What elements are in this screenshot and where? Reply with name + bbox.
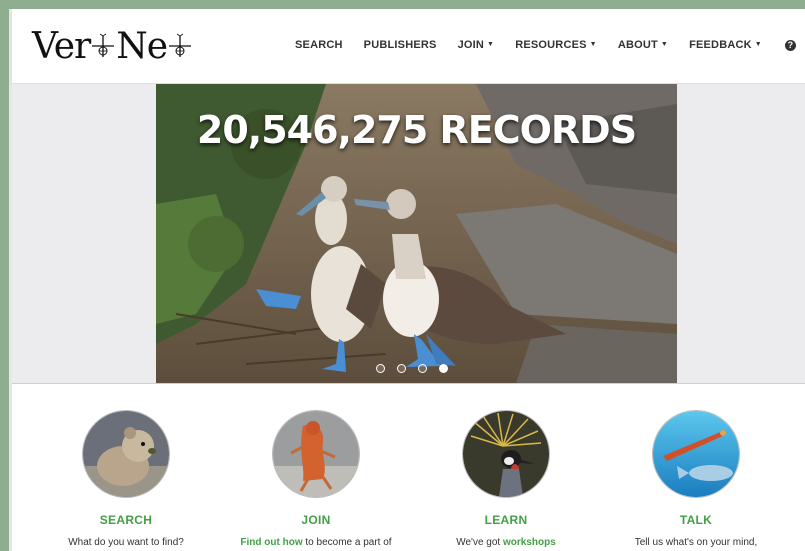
- nav-feedback-label: FEEDBACK: [689, 39, 752, 51]
- carousel-dot-2[interactable]: [397, 364, 406, 373]
- feature-section: SEARCH What do you want to find? JOIN Fi…: [12, 384, 805, 551]
- nav-publishers[interactable]: PUBLISHERS: [364, 39, 437, 51]
- carousel-dot-1[interactable]: [376, 364, 385, 373]
- logo-text-right: Ne: [116, 25, 168, 67]
- vertnet-logo[interactable]: Ver Ne: [32, 19, 193, 73]
- nav-join-dropdown[interactable]: JOIN ▼: [458, 39, 495, 51]
- caret-down-icon: ▼: [589, 40, 597, 48]
- find-out-how-link[interactable]: Find out how: [240, 537, 302, 548]
- carousel-indicators: [376, 364, 460, 373]
- feature-join-text: Find out how to become a part of: [236, 537, 396, 548]
- main-nav: SEARCH PUBLISHERS JOIN ▼ RESOURCES ▼ ABO…: [295, 39, 796, 51]
- caret-down-icon: ▼: [754, 40, 762, 48]
- workshops-link[interactable]: workshops: [503, 537, 556, 548]
- nav-publishers-label: PUBLISHERS: [363, 39, 437, 51]
- nav-search[interactable]: SEARCH: [295, 39, 343, 51]
- window-frame-top: [0, 0, 805, 9]
- site-header: Ver Ne SEARCH PUBLISHERS JOIN ▼ RESOURCE…: [12, 9, 805, 84]
- nav-feedback-dropdown[interactable]: FEEDBACK ▼: [689, 39, 762, 51]
- nav-join-label: JOIN: [457, 39, 485, 51]
- feature-talk: TALK Tell us what's on your mind,: [616, 410, 776, 548]
- caret-down-icon: ▼: [487, 40, 495, 48]
- logo-insect-icon: [92, 33, 115, 57]
- nav-resources-dropdown[interactable]: RESOURCES ▼: [515, 39, 597, 51]
- feature-talk-title[interactable]: TALK: [616, 513, 776, 527]
- feature-join-title[interactable]: JOIN: [236, 513, 396, 527]
- feature-search-title[interactable]: SEARCH: [46, 513, 206, 527]
- sea-creatures-photo[interactable]: [652, 410, 740, 498]
- logo-insect-icon: [169, 33, 192, 57]
- nav-about-label: ABOUT: [617, 39, 658, 51]
- logo-text-left: Ver: [32, 25, 91, 67]
- crowned-crane-photo[interactable]: [462, 410, 550, 498]
- nav-about-dropdown[interactable]: ABOUT ▼: [618, 39, 668, 51]
- feature-search-description: What do you want to find?: [68, 537, 184, 548]
- question-circle-icon[interactable]: ?: [784, 39, 796, 51]
- feature-learn-description: We've got: [456, 537, 503, 548]
- feature-learn-title[interactable]: LEARN: [426, 513, 586, 527]
- carousel-dot-3[interactable]: [418, 364, 427, 373]
- nav-resources-label: RESOURCES: [515, 39, 587, 51]
- lizard-photo[interactable]: [272, 410, 360, 498]
- feature-join-description: to become a part of: [302, 537, 392, 548]
- caret-down-icon: ▼: [660, 40, 669, 48]
- record-count-title: 20,546,275 RECORDS: [196, 108, 637, 152]
- nav-search-label: SEARCH: [295, 39, 343, 51]
- feature-learn-text: We've got workshops: [426, 537, 586, 548]
- feature-talk-description: Tell us what's on your mind,: [634, 537, 758, 548]
- hero-carousel: 20,546,275 RECORDS: [156, 84, 677, 383]
- feature-search-text: What do you want to find?: [46, 537, 206, 548]
- feature-talk-text: Tell us what's on your mind,: [616, 537, 776, 548]
- feature-learn: LEARN We've got workshops: [426, 410, 586, 548]
- feature-join: JOIN Find out how to become a part of: [236, 410, 396, 548]
- window-frame-left: [0, 9, 9, 551]
- carousel-dot-4[interactable]: [439, 364, 448, 373]
- feature-search: SEARCH What do you want to find?: [46, 410, 206, 548]
- pika-photo[interactable]: [82, 410, 170, 498]
